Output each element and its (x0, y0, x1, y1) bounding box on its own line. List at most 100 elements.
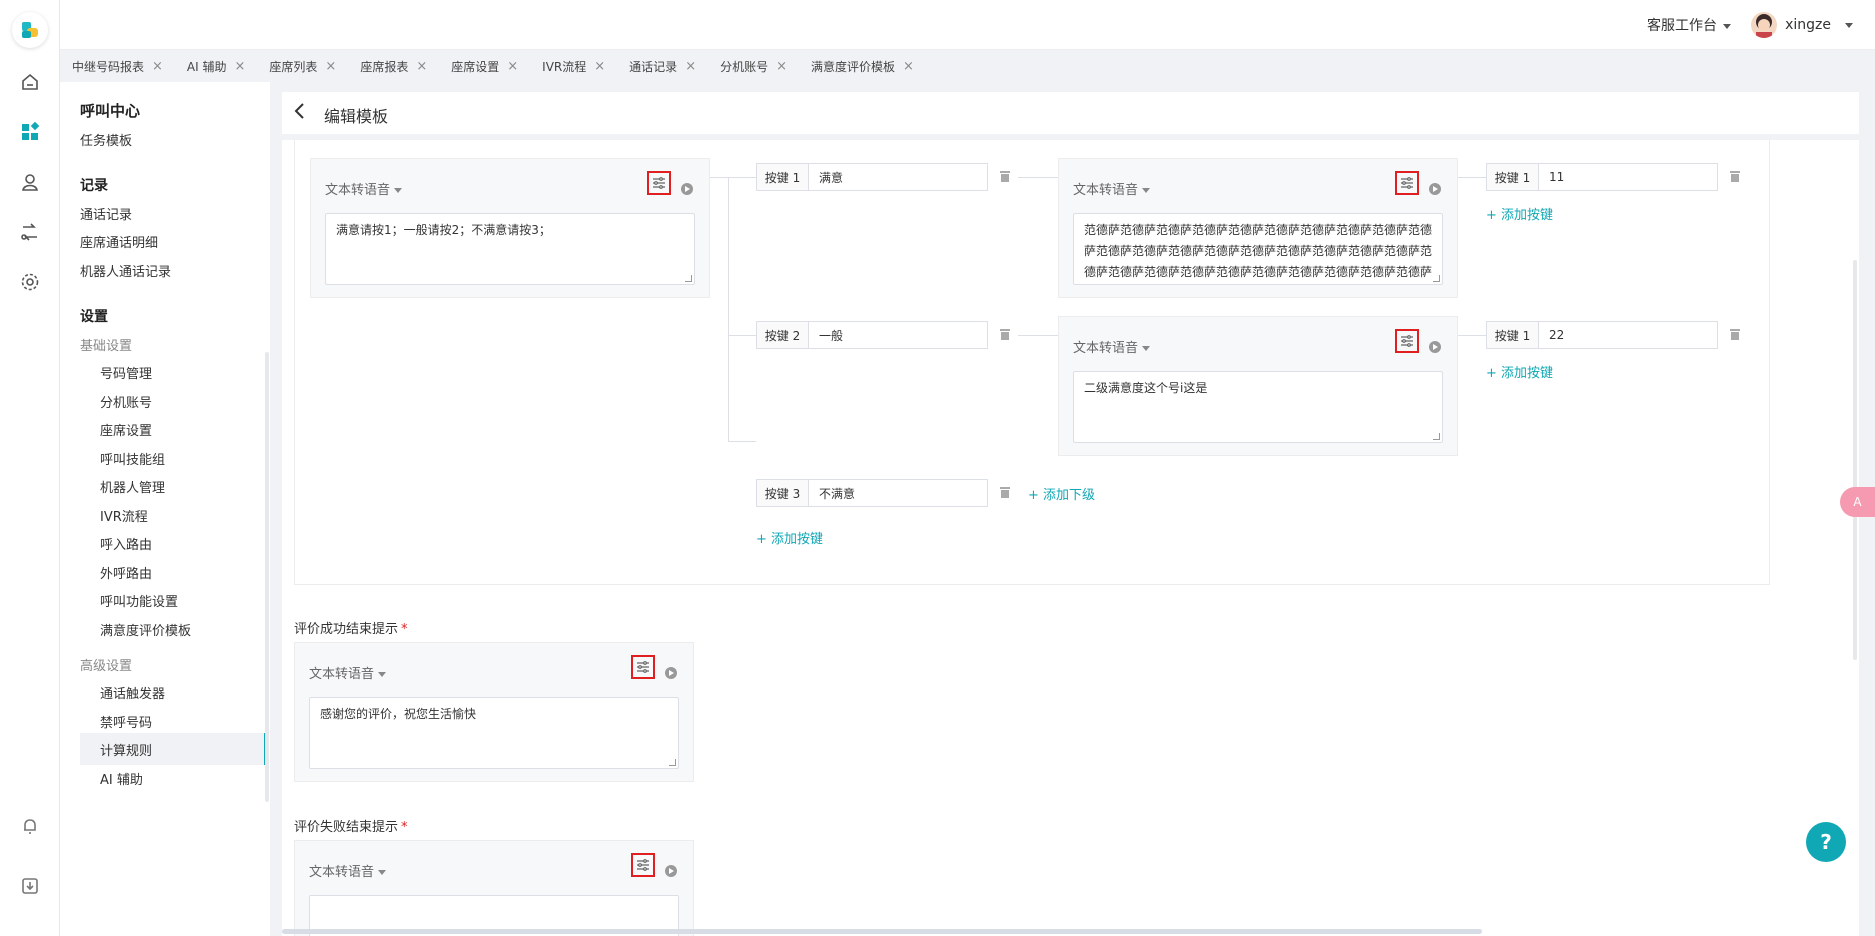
sidebar-item-agent-call-detail[interactable]: 座席通话明细 (80, 232, 158, 251)
close-icon[interactable]: × (776, 59, 787, 74)
bell-icon[interactable] (18, 814, 42, 838)
sidebar-item-ai-assist[interactable]: AI 辅助 (100, 769, 143, 788)
sidebar-item-call-records[interactable]: 通话记录 (80, 204, 132, 223)
tab-call-records[interactable]: 通话记录 × (629, 50, 706, 82)
add-key-button[interactable]: + 添加按键 (1486, 204, 1553, 223)
sub-key-row-1[interactable]: 按键 1 11 (1486, 163, 1718, 191)
tts-dropdown[interactable]: 文本转语音 (309, 663, 387, 682)
tab-satisfaction-template[interactable]: 满意度评价模板 × (811, 50, 924, 82)
resize-handle[interactable] (669, 759, 676, 766)
tab-agent-list[interactable]: 座席列表 × (269, 50, 346, 82)
close-icon[interactable]: × (235, 59, 246, 74)
sidebar-item-number-mgmt[interactable]: 号码管理 (100, 363, 152, 382)
close-icon[interactable]: × (416, 59, 427, 74)
add-key-button[interactable]: + 添加按键 (756, 528, 823, 547)
sidebar-item-robot-mgmt[interactable]: 机器人管理 (100, 477, 165, 496)
horizontal-scrollbar[interactable] (282, 929, 1482, 934)
resize-handle[interactable] (1433, 275, 1440, 282)
tab-trunk-report[interactable]: 中继号码报表 × (72, 50, 173, 82)
sidebar-item-inbound-route[interactable]: 呼入路由 (100, 534, 152, 553)
key-value[interactable]: 11 (1539, 164, 1717, 190)
tts-textarea[interactable]: 感谢您的评价，祝您生活愉快 (309, 697, 679, 769)
key-row-2[interactable]: 按键 2 一般 (756, 321, 988, 349)
resize-handle[interactable] (685, 275, 692, 282)
add-child-label: 添加下级 (1043, 488, 1096, 503)
voice-settings-icon[interactable] (1395, 171, 1419, 195)
tts-dropdown[interactable]: 文本转语音 (1073, 337, 1151, 356)
tts-dropdown[interactable]: 文本转语音 (309, 861, 387, 880)
tts-textarea[interactable]: 范德萨范德萨范德萨范德萨范德萨范德萨范德萨范德萨范德萨范德萨范德萨范德萨范德萨范… (1073, 213, 1443, 285)
play-icon[interactable] (665, 667, 677, 679)
settings-icon[interactable] (18, 270, 42, 294)
delete-icon[interactable] (1000, 329, 1010, 340)
sidebar-item-calc-rules[interactable]: 计算规则 (100, 740, 152, 759)
close-icon[interactable]: × (685, 59, 696, 74)
sub-key-row-2[interactable]: 按键 1 22 (1486, 321, 1718, 349)
play-icon[interactable] (681, 183, 693, 195)
download-icon[interactable] (18, 874, 42, 898)
sidebar-item-outbound-route[interactable]: 外呼路由 (100, 563, 152, 582)
vertical-scrollbar[interactable] (1853, 260, 1857, 660)
tts-textarea[interactable]: 二级满意度这个号i这是 (1073, 371, 1443, 443)
sidebar-item-blocked-numbers[interactable]: 禁呼号码 (100, 712, 152, 731)
add-key-button[interactable]: + 添加按键 (1486, 362, 1553, 381)
sidebar-subgroup-advanced[interactable]: 高级设置 (80, 655, 132, 674)
delete-icon[interactable] (1730, 171, 1740, 182)
sidebar-item-call-function-settings[interactable]: 呼叫功能设置 (100, 591, 178, 610)
sidebar-item-agent-settings[interactable]: 座席设置 (100, 420, 152, 439)
delete-icon[interactable] (1000, 171, 1010, 182)
tts-dropdown[interactable]: 文本转语音 (325, 179, 403, 198)
close-icon[interactable]: × (325, 59, 336, 74)
tts-text: 范德萨范德萨范德萨范德萨范德萨范德萨范德萨范德萨范德萨范德萨范德萨范德萨范德萨范… (1084, 223, 1433, 279)
sidebar-item-ivr-flow[interactable]: IVR流程 (100, 506, 148, 525)
user-menu[interactable]: xingze (1751, 12, 1853, 38)
key-value[interactable]: 满意 (809, 164, 987, 190)
agent-icon[interactable] (18, 170, 42, 194)
tab-ivr-flow[interactable]: IVR流程 × (542, 50, 615, 82)
translate-icon[interactable]: A (1840, 487, 1875, 517)
page-title: 编辑模板 (324, 107, 389, 126)
tab-ai-assist[interactable]: AI 辅助 × (187, 50, 255, 82)
back-arrow-icon[interactable] (294, 102, 306, 125)
sidebar-item-satisfaction-template[interactable]: 满意度评价模板 (100, 620, 191, 639)
tts-dropdown[interactable]: 文本转语音 (1073, 179, 1151, 198)
play-icon[interactable] (1429, 341, 1441, 353)
voice-settings-icon[interactable] (631, 655, 655, 679)
sidebar-group-records: 记录 (80, 178, 108, 194)
tab-extension-accounts[interactable]: 分机账号 × (720, 50, 797, 82)
tts-textarea[interactable]: 满意请按1；一般请按2；不满意请按3； (325, 213, 695, 285)
key-value[interactable]: 一般 (809, 322, 987, 348)
tab-agent-settings[interactable]: 座席设置 × (451, 50, 528, 82)
sidebar-item-skill-group[interactable]: 呼叫技能组 (100, 449, 165, 468)
close-icon[interactable]: × (507, 59, 518, 74)
close-icon[interactable]: × (903, 59, 914, 74)
delete-icon[interactable] (1000, 487, 1010, 498)
voice-settings-icon[interactable] (631, 853, 655, 877)
home-icon[interactable] (18, 70, 42, 94)
voice-settings-icon[interactable] (647, 171, 671, 195)
play-icon[interactable] (665, 865, 677, 877)
workbench-dropdown[interactable]: 客服工作台 (1647, 15, 1731, 35)
delete-icon[interactable] (1730, 329, 1740, 340)
close-icon[interactable]: × (152, 59, 163, 74)
add-child-button[interactable]: + 添加下级 (1028, 484, 1095, 503)
voice-settings-icon[interactable] (1395, 329, 1419, 353)
sidebar-item-extension-accounts[interactable]: 分机账号 (100, 392, 152, 411)
sidebar-item-call-trigger[interactable]: 通话触发器 (100, 683, 165, 702)
key-row-1[interactable]: 按键 1 满意 (756, 163, 988, 191)
key-row-3[interactable]: 按键 3 不满意 (756, 479, 988, 507)
tab-agent-report[interactable]: 座席报表 × (360, 50, 437, 82)
close-icon[interactable]: × (594, 59, 605, 74)
sidebar-scrollbar[interactable] (265, 352, 269, 802)
play-icon[interactable] (1429, 183, 1441, 195)
resize-handle[interactable] (1433, 433, 1440, 440)
sidebar-item-task-template[interactable]: 任务模板 (80, 130, 132, 149)
key-value[interactable]: 不满意 (809, 480, 987, 506)
help-chat-icon[interactable]: ? (1806, 822, 1846, 862)
route-icon[interactable] (18, 220, 42, 244)
sidebar-item-robot-call-records[interactable]: 机器人通话记录 (80, 261, 171, 280)
app-logo[interactable] (12, 12, 48, 48)
key-value[interactable]: 22 (1539, 322, 1717, 348)
sidebar-subgroup-basic[interactable]: 基础设置 (80, 335, 132, 354)
dashboard-icon[interactable] (18, 120, 42, 144)
